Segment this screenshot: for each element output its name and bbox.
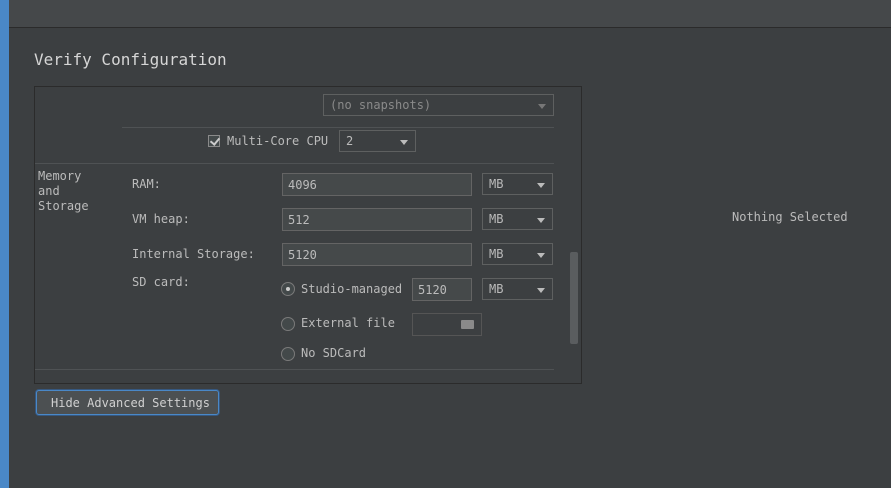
chevron-down-icon [537, 253, 545, 258]
sd-card-label: SD card: [132, 275, 190, 289]
vertical-scrollbar-thumb[interactable] [570, 252, 578, 344]
checkmark-icon [209, 135, 221, 146]
vm-heap-label: VM heap: [132, 212, 190, 226]
chevron-down-icon [538, 104, 546, 109]
vm-heap-value: 512 [288, 213, 310, 227]
multicore-checkbox[interactable] [208, 135, 221, 147]
multicore-count-select[interactable]: 2 [339, 130, 416, 152]
studio-managed-radio[interactable] [281, 282, 295, 296]
divider [122, 127, 554, 128]
internal-storage-unit-select[interactable]: MB [482, 243, 553, 265]
chevron-down-icon [537, 288, 545, 293]
ram-unit-value: MB [489, 177, 504, 191]
studio-managed-label: Studio-managed [301, 282, 403, 296]
vm-heap-input[interactable]: 512 [282, 208, 472, 231]
radio-selected-dot-icon [286, 287, 290, 291]
external-file-label: External file [301, 316, 395, 330]
window-left-accent [0, 0, 9, 488]
divider [35, 163, 554, 164]
internal-storage-unit-value: MB [489, 247, 504, 261]
ram-unit-select[interactable]: MB [482, 173, 553, 195]
details-empty-text: Nothing Selected [732, 210, 848, 224]
memory-section-label-line3: Storage [38, 199, 89, 213]
memory-section-label: Memory and Storage [38, 169, 89, 214]
divider [35, 369, 554, 370]
external-file-browse-field[interactable] [412, 313, 482, 336]
internal-storage-value: 5120 [288, 248, 317, 262]
chevron-down-icon [537, 218, 545, 223]
top-toolbar [9, 0, 891, 28]
snapshot-select-value: (no snapshots) [330, 98, 432, 112]
internal-storage-label: Internal Storage: [132, 247, 255, 261]
folder-icon [461, 320, 474, 329]
hide-advanced-settings-button[interactable]: Hide Advanced Settings [36, 390, 219, 415]
hide-advanced-settings-label: Hide Advanced Settings [51, 396, 210, 410]
memory-section-label-line2: and [38, 184, 60, 198]
internal-storage-input[interactable]: 5120 [282, 243, 472, 266]
sd-card-size-input[interactable]: 5120 [412, 278, 472, 301]
sd-card-unit-value: MB [489, 282, 504, 296]
vm-heap-unit-select[interactable]: MB [482, 208, 553, 230]
chevron-down-icon [537, 183, 545, 188]
multicore-label: Multi-Core CPU [227, 134, 329, 148]
no-sdcard-label: No SDCard [301, 346, 367, 360]
ram-label: RAM: [132, 177, 161, 191]
ram-value: 4096 [288, 178, 317, 192]
advanced-settings-scroll-pane[interactable]: (no snapshots) Multi-Core CPU 2 Memory a… [34, 86, 582, 384]
sd-card-size-value: 5120 [418, 283, 447, 297]
snapshot-select[interactable]: (no snapshots) [323, 94, 554, 116]
sd-card-unit-select[interactable]: MB [482, 278, 553, 300]
multicore-count-value: 2 [346, 134, 354, 148]
page-title: Verify Configuration [34, 50, 227, 69]
memory-section-label-line1: Memory [38, 169, 82, 183]
vm-heap-unit-value: MB [489, 212, 504, 226]
external-file-radio[interactable] [281, 317, 295, 331]
chevron-down-icon [400, 140, 408, 145]
no-sdcard-radio[interactable] [281, 347, 295, 361]
ram-input[interactable]: 4096 [282, 173, 472, 196]
